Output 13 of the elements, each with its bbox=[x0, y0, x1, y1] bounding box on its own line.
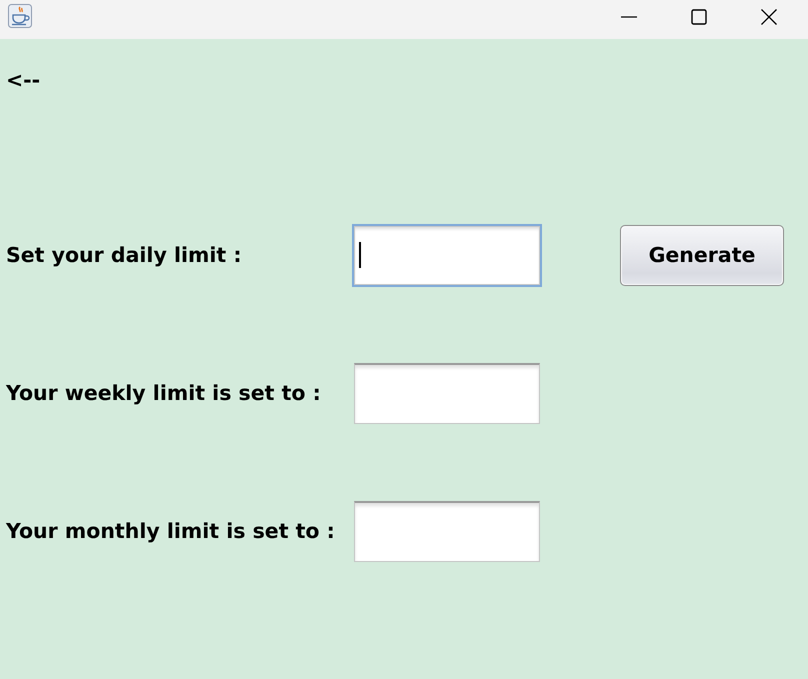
minimize-icon[interactable] bbox=[621, 16, 637, 18]
input-field[interactable] bbox=[352, 224, 542, 286]
app-icon bbox=[8, 4, 32, 28]
generate-button[interactable]: Generate bbox=[620, 224, 784, 286]
field-label: Set your daily limit : bbox=[6, 243, 242, 267]
close-icon[interactable] bbox=[761, 8, 777, 24]
input-field[interactable] bbox=[354, 500, 540, 562]
text-cursor-icon bbox=[359, 242, 361, 268]
field-label: Your weekly limit is set to : bbox=[6, 381, 321, 405]
input-field[interactable] bbox=[354, 362, 540, 424]
back-link[interactable]: <-- bbox=[6, 69, 40, 91]
maximize-icon[interactable] bbox=[691, 8, 707, 24]
field-label: Your monthly limit is set to : bbox=[6, 519, 335, 543]
